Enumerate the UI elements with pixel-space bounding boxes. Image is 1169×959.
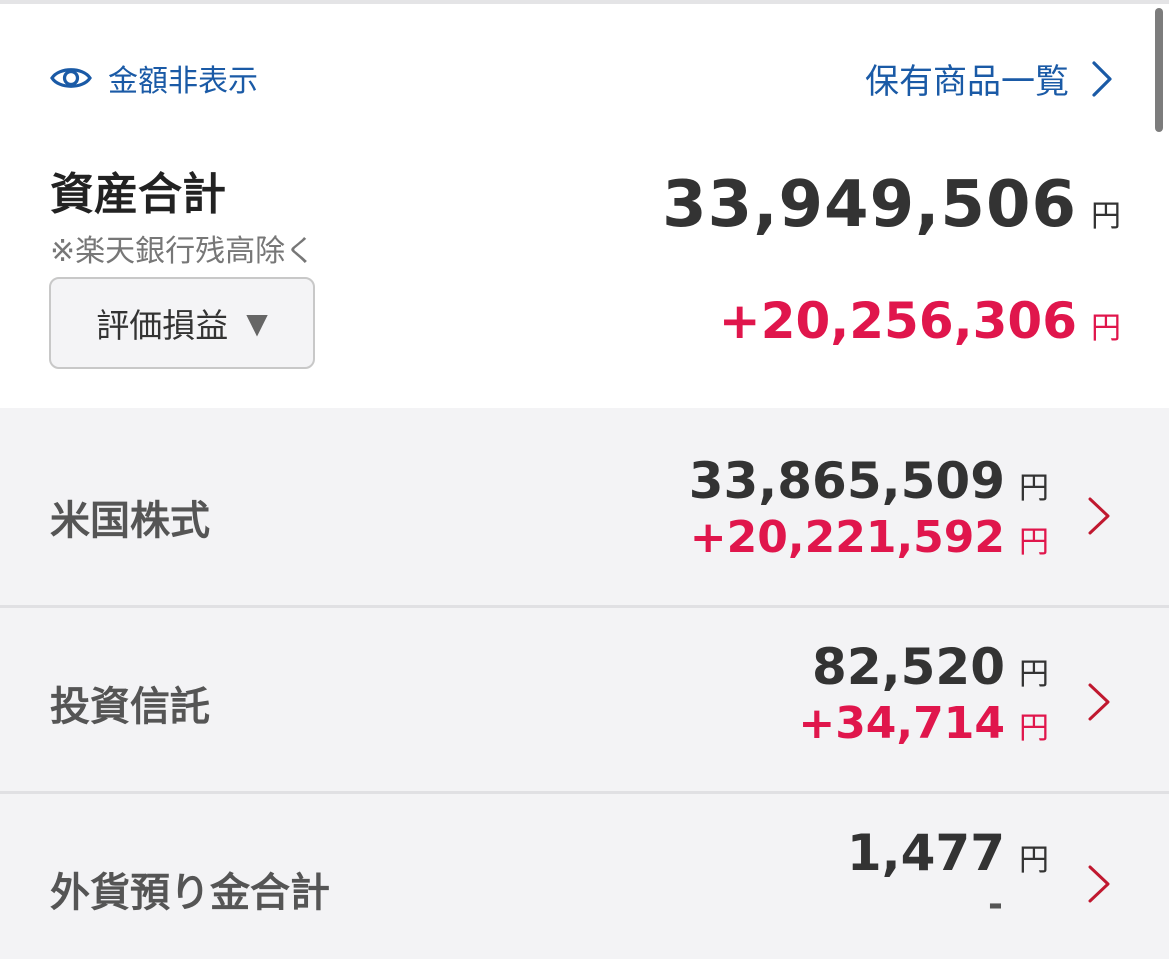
category-label: 米国株式 [50, 498, 210, 544]
chevron-right-icon [1092, 60, 1112, 97]
total-assets-title: 資産合計 [50, 169, 226, 220]
category-values: 1,477 円 - [847, 824, 1049, 925]
scrollbar[interactable] [1155, 8, 1163, 132]
category-gain-value: +34,714 [798, 698, 1005, 749]
asset-category-list: 米国株式 33,865,509 円 +20,221,592 円 投資信託 82,… [0, 408, 1169, 959]
category-amount-value: 1,477 [846, 824, 1005, 882]
category-gain: +34,714 円 [798, 698, 1049, 749]
category-label: 投資信託 [50, 684, 210, 730]
total-gain-unit: 円 [1091, 311, 1121, 346]
total-assets-amount: 33,949,506 円 [662, 168, 1121, 242]
category-amount-unit: 円 [1019, 843, 1049, 878]
total-assets-note: ※楽天銀行残高除く [50, 234, 316, 269]
dropdown-caret-icon: ▼ [246, 306, 268, 340]
total-amount-unit: 円 [1091, 199, 1121, 234]
total-gain-value: +20,256,306 [718, 292, 1077, 350]
category-row-foreign-currency-deposits[interactable]: 外貨預り金合計 1,477 円 - [0, 794, 1169, 959]
category-row-mutual-funds[interactable]: 投資信託 82,520 円 +34,714 円 [0, 608, 1169, 794]
chevron-right-icon [1088, 865, 1110, 903]
top-divider [0, 0, 1169, 4]
category-amount-value: 33,865,509 [688, 452, 1005, 510]
category-amount: 82,520 円 [798, 638, 1049, 696]
category-amount: 1,477 円 [847, 824, 1049, 882]
total-gain: +20,256,306 円 [719, 292, 1121, 350]
eye-icon [50, 68, 92, 88]
category-amount: 33,865,509 円 [689, 452, 1049, 510]
holdings-list-link[interactable]: 保有商品一覧 [865, 54, 1113, 103]
chevron-right-icon [1088, 683, 1110, 721]
category-amount-value: 82,520 [812, 638, 1005, 696]
category-amount-unit: 円 [1019, 657, 1049, 692]
view-mode-selected: 評価損益 [96, 306, 229, 345]
category-values: 82,520 円 +34,714 円 [798, 638, 1049, 749]
chevron-right-icon [1088, 497, 1110, 535]
category-amount-unit: 円 [1019, 471, 1049, 506]
category-gain-value: - [988, 884, 1003, 925]
view-mode-select[interactable]: 評価損益 ▼ [49, 277, 315, 369]
total-amount-value: 33,949,506 [662, 168, 1077, 242]
category-gain: - [847, 884, 1049, 925]
category-gain: +20,221,592 円 [689, 512, 1049, 563]
hide-amount-label: 金額非表示 [108, 64, 258, 99]
asset-summary-screen: 金額非表示 保有商品一覧 資産合計 ※楽天銀行残高除く 33,949,506 円… [0, 0, 1169, 959]
category-gain-value: +20,221,592 [689, 512, 1005, 563]
category-row-us-stocks[interactable]: 米国株式 33,865,509 円 +20,221,592 円 [0, 408, 1169, 608]
holdings-list-label: 保有商品一覧 [865, 62, 1069, 102]
hide-amount-toggle[interactable]: 金額非表示 [50, 56, 258, 100]
category-gain-unit: 円 [1019, 525, 1049, 560]
category-gain-unit: 円 [1019, 711, 1049, 746]
category-label: 外貨預り金合計 [50, 870, 330, 916]
category-values: 33,865,509 円 +20,221,592 円 [689, 452, 1049, 563]
